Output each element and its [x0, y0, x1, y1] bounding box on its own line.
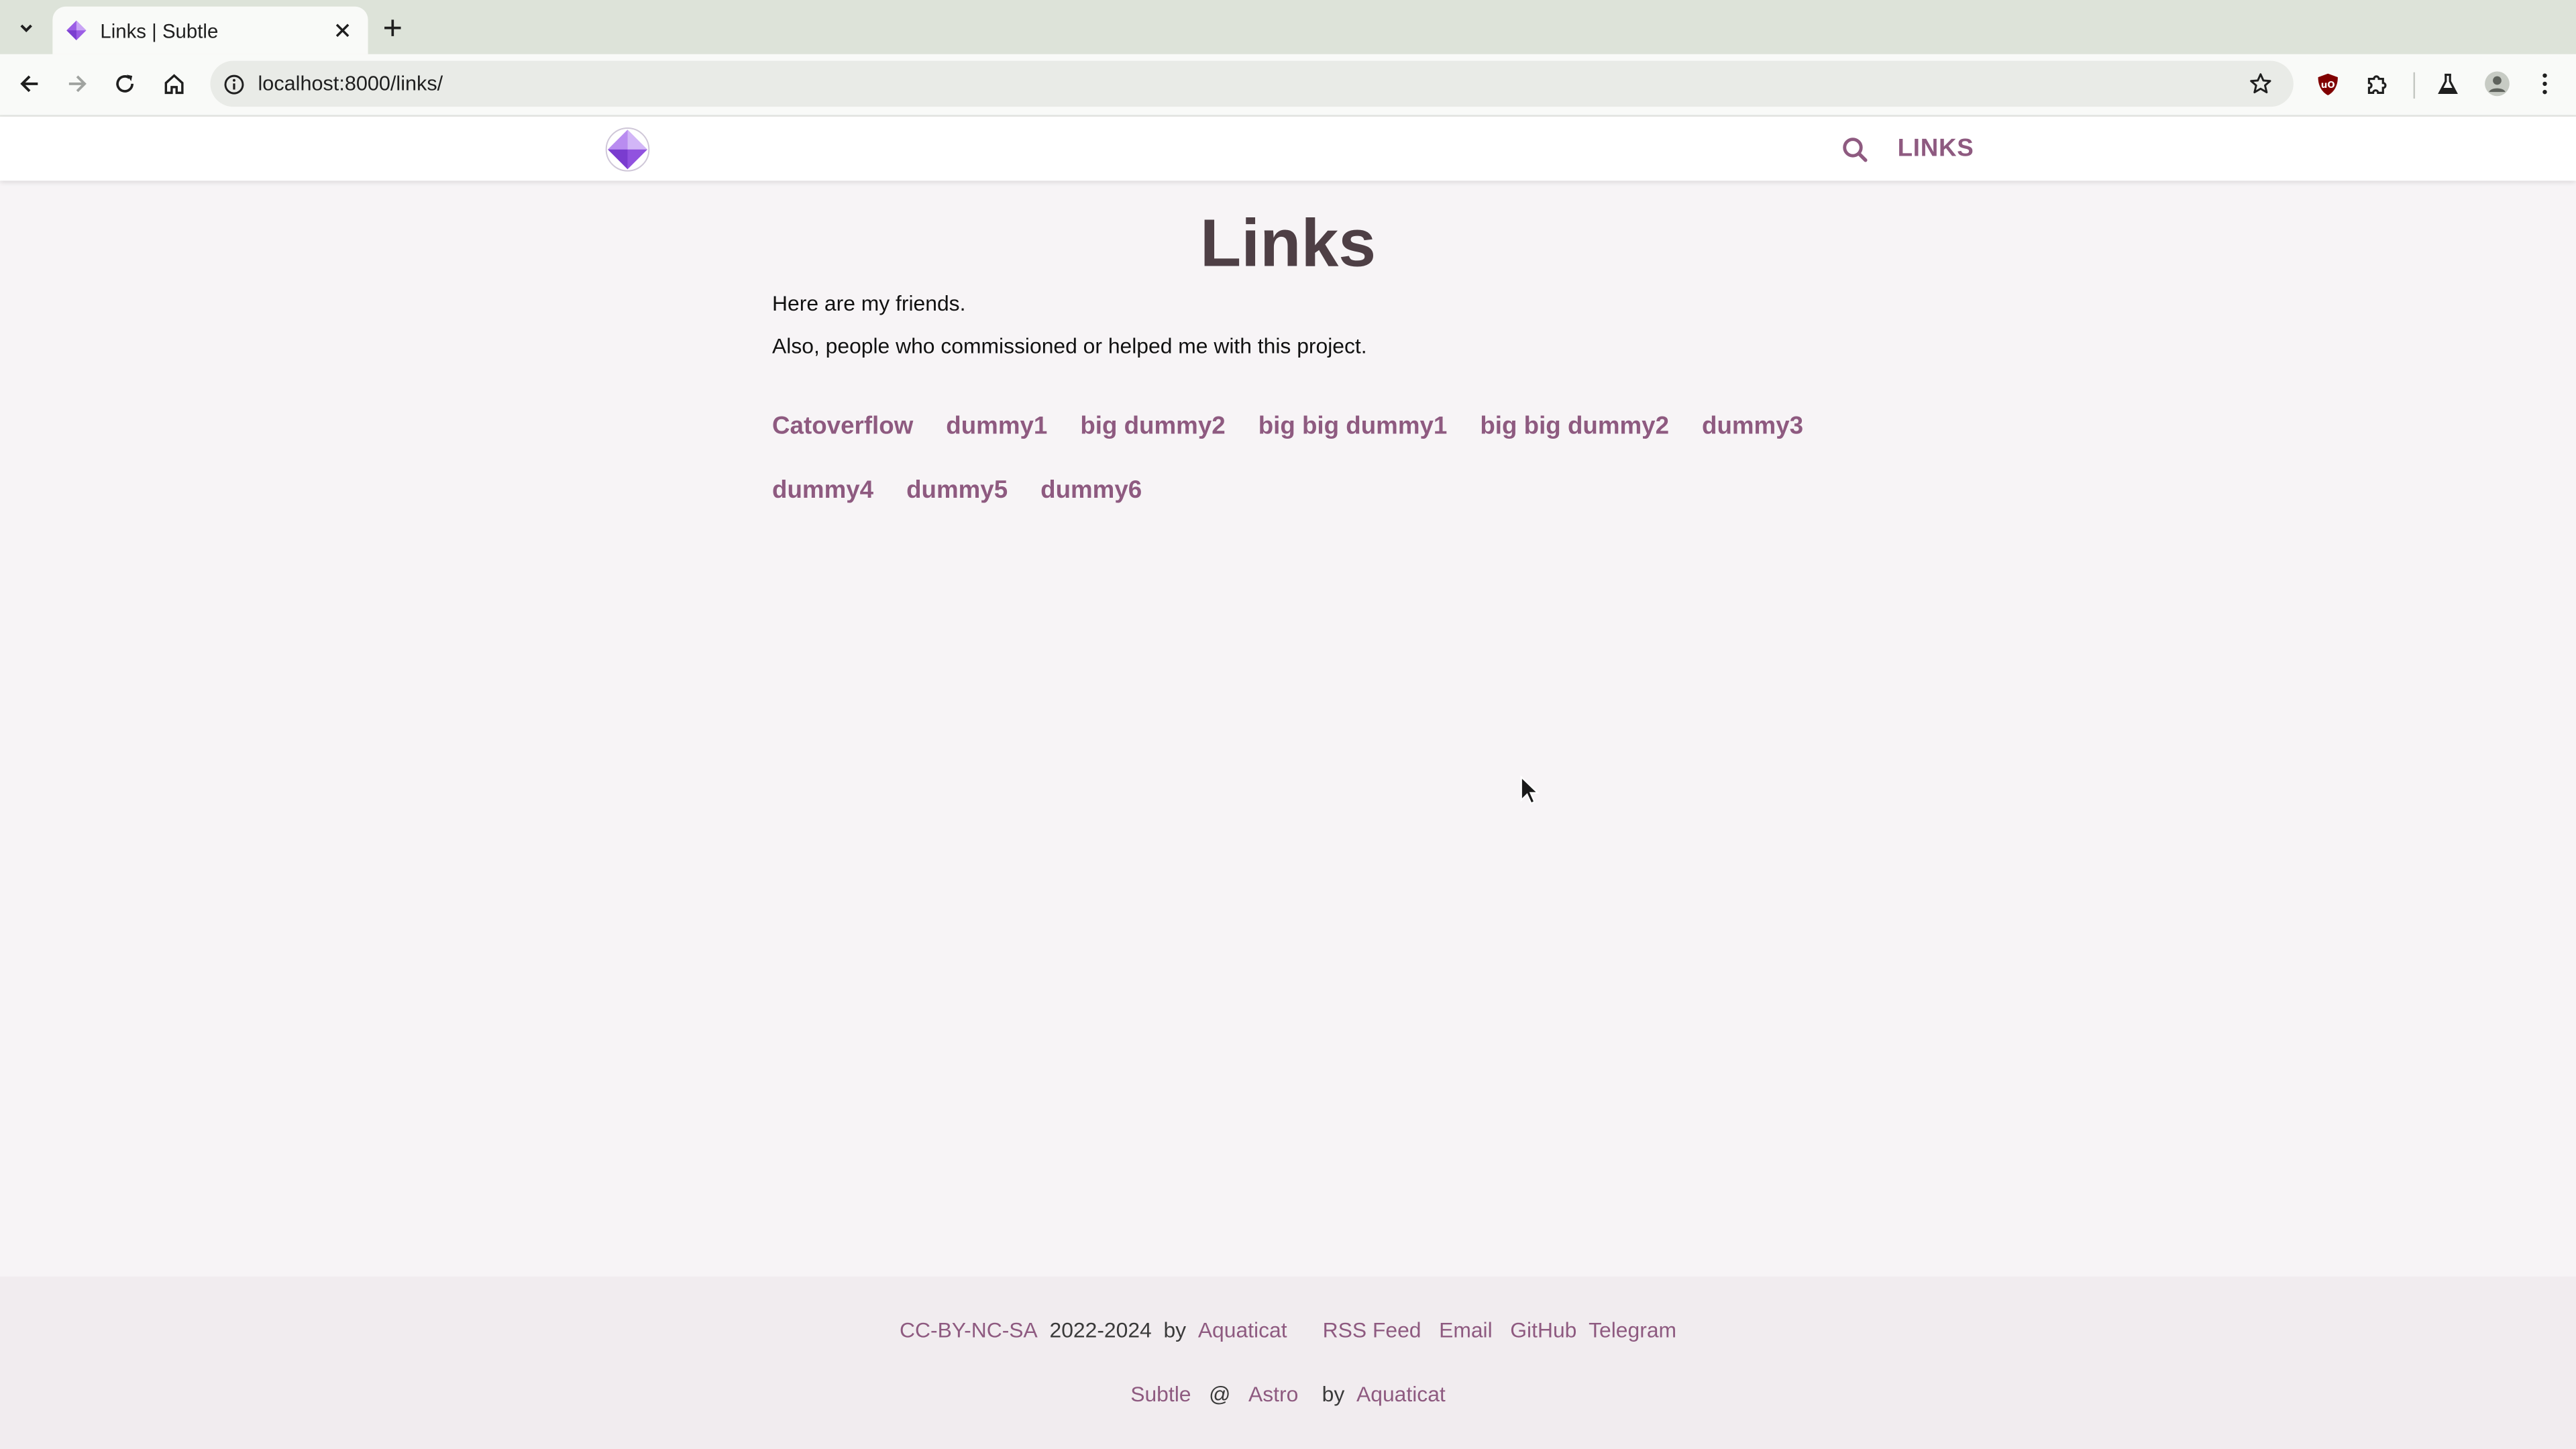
author-link[interactable]: Aquaticat [1198, 1318, 1287, 1342]
search-icon [1843, 138, 1868, 162]
browser-tab[interactable]: Links | Subtle [52, 6, 368, 54]
tab-strip: Links | Subtle [0, 0, 2576, 54]
menu-button[interactable] [2525, 64, 2565, 104]
friend-link-big-dummy2[interactable]: big dummy2 [1080, 411, 1225, 443]
more-vertical-icon [2542, 73, 2547, 95]
home-icon [164, 74, 184, 95]
diamond-logo-icon [605, 127, 650, 172]
at-label: @ [1209, 1381, 1231, 1407]
rss-feed-link[interactable]: RSS Feed [1323, 1318, 1421, 1342]
nav-links-link[interactable]: LINKS [1898, 135, 1974, 163]
intro-text-commission: Also, people who commissioned or helped … [772, 333, 1367, 358]
tab-close-button[interactable] [329, 17, 355, 44]
by-label: by [1163, 1318, 1187, 1342]
theme-link[interactable]: Subtle [1130, 1382, 1191, 1407]
star-icon [2250, 73, 2271, 94]
friend-link-big-big-dummy1[interactable]: big big dummy1 [1258, 411, 1448, 443]
intro-text-friends: Here are my friends. [772, 290, 966, 316]
toolbar-divider [2413, 72, 2416, 99]
theme-author-link[interactable]: Aquaticat [1356, 1382, 1446, 1407]
extensions-button[interactable] [2357, 64, 2397, 104]
friend-link-dummy3[interactable]: dummy3 [1702, 411, 1803, 443]
site-header: LINKS [0, 116, 2576, 181]
close-icon [335, 23, 349, 38]
chevron-down-icon [20, 24, 32, 33]
footer-row-license: CC-BY-NC-SA 2022-2024 by Aquaticat RSS F… [0, 1318, 2576, 1342]
friend-link-dummy1[interactable]: dummy1 [946, 411, 1047, 443]
info-icon[interactable] [220, 70, 246, 97]
friend-link-dummy4[interactable]: dummy4 [772, 475, 873, 508]
address-bar[interactable]: localhost:8000/links/ [210, 60, 2294, 107]
reload-icon [116, 74, 133, 93]
copyright-years: 2022-2024 [1049, 1318, 1152, 1342]
friend-link-catoverflow[interactable]: Catoverflow [772, 411, 913, 443]
labs-button[interactable] [2428, 64, 2468, 104]
avatar-icon [2485, 71, 2510, 97]
framework-link[interactable]: Astro [1248, 1382, 1298, 1407]
friend-link-dummy6[interactable]: dummy6 [1040, 475, 1142, 508]
browser-window: Links | Subtle localhost:8000/links/ uO … [0, 0, 2576, 1449]
page-title: Links [1199, 205, 1377, 281]
by-label-credits: by [1322, 1381, 1345, 1407]
site-footer: CC-BY-NC-SA 2022-2024 by Aquaticat RSS F… [0, 1276, 2576, 1449]
browser-toolbar: localhost:8000/links/ uO [0, 54, 2576, 117]
home-button[interactable] [154, 64, 194, 104]
telegram-link[interactable]: Telegram [1589, 1318, 1676, 1342]
puzzle-icon [2367, 74, 2386, 93]
tab-title: Links | Subtle [100, 19, 219, 42]
license-link[interactable]: CC-BY-NC-SA [900, 1318, 1038, 1342]
plus-icon [384, 19, 401, 36]
footer-row-credits: Subtle @ Astro by Aquaticat [0, 1382, 2576, 1407]
friend-link-big-big-dummy2[interactable]: big big dummy2 [1480, 411, 1669, 443]
reload-button[interactable] [105, 64, 145, 104]
friend-links-list: Catoverflow dummy1 big dummy2 big big du… [772, 411, 1823, 507]
site-search-button[interactable] [1838, 133, 1871, 166]
site-logo[interactable] [604, 127, 651, 173]
arrow-right-icon [68, 75, 87, 93]
back-button[interactable] [10, 64, 50, 104]
mouse-cursor-icon [1520, 775, 1540, 805]
svg-text:uO: uO [2321, 80, 2335, 90]
github-link[interactable]: GitHub [1510, 1318, 1576, 1342]
profile-button[interactable] [2477, 64, 2517, 104]
shield-icon: uO [2318, 72, 2338, 95]
email-link[interactable]: Email [1439, 1318, 1493, 1342]
new-tab-button[interactable] [376, 11, 409, 44]
tab-search-button[interactable] [8, 11, 44, 44]
arrow-left-icon [20, 75, 38, 93]
friend-link-dummy5[interactable]: dummy5 [906, 475, 1008, 508]
bookmark-star-button[interactable] [2241, 64, 2280, 104]
url-text[interactable]: localhost:8000/links/ [258, 72, 2241, 95]
ublock-extension-button[interactable]: uO [2308, 64, 2348, 104]
flask-icon [2438, 73, 2458, 94]
forward-button[interactable] [58, 64, 97, 104]
diamond-logo-icon [66, 19, 87, 41]
